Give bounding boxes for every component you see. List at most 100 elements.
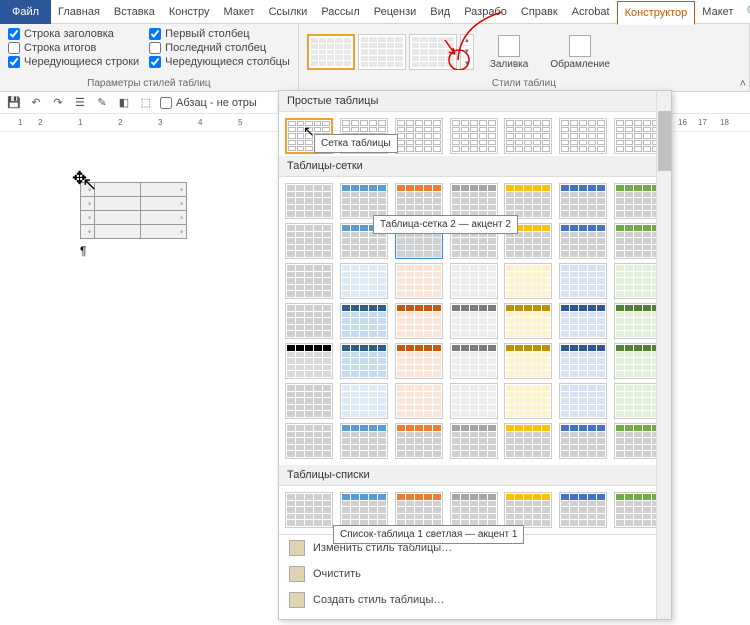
gallery-footer: Изменить стиль таблицы… Очистить Создать… bbox=[279, 534, 671, 613]
section-grid-tables: Таблицы-сетки bbox=[279, 156, 671, 177]
search-icon: 🔍 bbox=[746, 5, 750, 18]
chk-first-col[interactable]: Первый столбец bbox=[149, 28, 290, 40]
menu-clear-style[interactable]: Очистить bbox=[279, 561, 671, 587]
chk-header-row[interactable]: Строка заголовка bbox=[8, 28, 139, 40]
qat-btn-4[interactable]: ☰ bbox=[72, 95, 88, 111]
style-option[interactable] bbox=[504, 183, 552, 219]
style-option[interactable] bbox=[559, 492, 607, 528]
style-option[interactable] bbox=[340, 183, 388, 219]
style-option[interactable] bbox=[395, 118, 443, 154]
style-option[interactable] bbox=[340, 492, 388, 528]
style-option[interactable] bbox=[395, 492, 443, 528]
chk-banded-rows[interactable]: Чередующиеся строки bbox=[8, 56, 139, 68]
style-option[interactable] bbox=[614, 183, 662, 219]
qat-btn-7[interactable]: ⬚ bbox=[138, 95, 154, 111]
style-thumb-1[interactable] bbox=[307, 34, 355, 70]
style-option[interactable] bbox=[450, 263, 498, 299]
tooltip-grid: Сетка таблицы bbox=[314, 134, 398, 153]
style-option[interactable] bbox=[450, 492, 498, 528]
search-box[interactable]: 🔍Поиск bbox=[740, 5, 750, 18]
style-option[interactable] bbox=[504, 492, 552, 528]
qat-save-icon[interactable]: 💾 bbox=[6, 95, 22, 111]
style-option[interactable] bbox=[614, 118, 662, 154]
style-option[interactable] bbox=[285, 423, 333, 459]
style-option[interactable] bbox=[614, 263, 662, 299]
tab-home[interactable]: Главная bbox=[51, 0, 107, 24]
tab-mail[interactable]: Рассыл bbox=[314, 0, 366, 24]
style-option[interactable] bbox=[340, 343, 388, 379]
style-option[interactable] bbox=[559, 343, 607, 379]
style-option[interactable] bbox=[504, 423, 552, 459]
style-option[interactable] bbox=[559, 263, 607, 299]
style-option[interactable] bbox=[285, 303, 333, 339]
style-option[interactable] bbox=[340, 423, 388, 459]
style-option[interactable] bbox=[614, 383, 662, 419]
ribbon-tabs: Файл Главная Вставка Констру Макет Ссылк… bbox=[0, 0, 750, 24]
style-option[interactable] bbox=[285, 183, 333, 219]
section-plain-tables: Простые таблицы bbox=[279, 91, 671, 112]
style-option[interactable] bbox=[504, 303, 552, 339]
gallery-scrollbar[interactable] bbox=[656, 91, 671, 619]
qat-paragraph-check[interactable]: Абзац - не отры bbox=[160, 97, 257, 109]
qat-redo-icon[interactable]: ↷ bbox=[50, 95, 66, 111]
qat-btn-5[interactable]: ✎ bbox=[94, 95, 110, 111]
qat-undo-icon[interactable]: ↶ bbox=[28, 95, 44, 111]
style-option[interactable] bbox=[559, 303, 607, 339]
style-option[interactable] bbox=[559, 118, 607, 154]
style-option[interactable] bbox=[285, 492, 333, 528]
style-option[interactable] bbox=[395, 263, 443, 299]
style-option[interactable] bbox=[559, 423, 607, 459]
style-option[interactable] bbox=[614, 303, 662, 339]
chk-banded-cols[interactable]: Чередующиеся столбцы bbox=[149, 56, 290, 68]
style-option[interactable] bbox=[450, 118, 498, 154]
style-option[interactable] bbox=[395, 343, 443, 379]
annotation-arrow-more bbox=[435, 30, 475, 70]
qat-btn-6[interactable]: ◧ bbox=[116, 95, 132, 111]
style-option[interactable] bbox=[285, 383, 333, 419]
style-option[interactable] bbox=[504, 118, 552, 154]
style-option[interactable] bbox=[340, 303, 388, 339]
style-option[interactable] bbox=[395, 303, 443, 339]
style-option[interactable] bbox=[559, 223, 607, 259]
tab-refs[interactable]: Ссылки bbox=[262, 0, 315, 24]
style-option[interactable] bbox=[285, 263, 333, 299]
tab-insert[interactable]: Вставка bbox=[107, 0, 162, 24]
style-option[interactable] bbox=[395, 183, 443, 219]
borders-button[interactable]: Обрамление bbox=[544, 33, 616, 72]
tab-table-layout[interactable]: Макет bbox=[695, 0, 740, 24]
style-option[interactable] bbox=[395, 423, 443, 459]
style-option[interactable] bbox=[340, 263, 388, 299]
style-option[interactable] bbox=[450, 303, 498, 339]
style-option[interactable] bbox=[395, 383, 443, 419]
document-canvas[interactable]: ✥ ↖ ◦◦ ◦◦ ◦◦ ◦◦ ¶ bbox=[0, 132, 280, 312]
collapse-ribbon-icon[interactable]: ˄ bbox=[740, 78, 746, 90]
style-option[interactable] bbox=[504, 383, 552, 419]
style-option[interactable] bbox=[450, 423, 498, 459]
style-option[interactable] bbox=[559, 183, 607, 219]
style-option[interactable] bbox=[614, 492, 662, 528]
style-option[interactable] bbox=[614, 223, 662, 259]
tab-constructor[interactable]: Конструктор bbox=[617, 1, 696, 25]
style-option[interactable] bbox=[614, 423, 662, 459]
style-option[interactable] bbox=[450, 343, 498, 379]
style-option[interactable] bbox=[340, 383, 388, 419]
style-thumb-2[interactable] bbox=[358, 34, 406, 70]
chk-total-row[interactable]: Строка итогов bbox=[8, 42, 139, 54]
ribbon: Строка заголовка Строка итогов Чередующи… bbox=[0, 24, 750, 92]
chk-last-col[interactable]: Последний столбец bbox=[149, 42, 290, 54]
style-option[interactable] bbox=[504, 263, 552, 299]
style-option[interactable] bbox=[450, 183, 498, 219]
style-option[interactable] bbox=[504, 343, 552, 379]
tab-review[interactable]: Рецензи bbox=[367, 0, 424, 24]
tab-layout[interactable]: Макет bbox=[216, 0, 261, 24]
style-option[interactable] bbox=[559, 383, 607, 419]
menu-new-style[interactable]: Создать стиль таблицы… bbox=[279, 587, 671, 613]
style-option[interactable] bbox=[614, 343, 662, 379]
tab-design[interactable]: Констру bbox=[162, 0, 217, 24]
tab-acrobat[interactable]: Acrobat bbox=[565, 0, 617, 24]
style-option[interactable] bbox=[285, 343, 333, 379]
group-table-options: Строка заголовка Строка итогов Чередующи… bbox=[0, 24, 299, 91]
style-option[interactable] bbox=[285, 223, 333, 259]
tab-file[interactable]: Файл bbox=[0, 0, 51, 24]
style-option[interactable] bbox=[450, 383, 498, 419]
